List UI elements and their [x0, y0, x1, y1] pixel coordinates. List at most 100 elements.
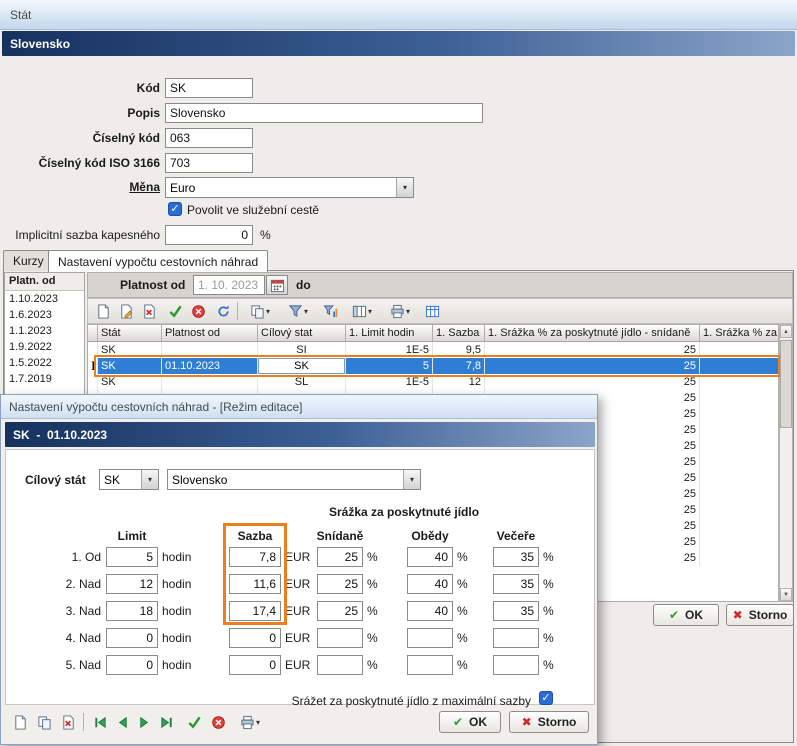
chevron-down-icon[interactable]: ▾ [141, 470, 158, 489]
calendar-button[interactable] [266, 275, 288, 295]
col-header-srazka-snidane[interactable]: 1. Srážka % za poskytnuté jídlo - snídan… [485, 325, 700, 341]
povolit-checkbox[interactable]: ✓ [168, 202, 182, 216]
col-header-sazba[interactable]: 1. Sazba [433, 325, 485, 341]
srazet-checkbox-label[interactable]: Srážet za poskytnuté jídlo z maximální s… [181, 694, 531, 708]
list-item[interactable]: 1.1.2023 [5, 323, 84, 339]
cell-cilovy-editing[interactable]: SK [258, 358, 346, 374]
limit-input[interactable] [106, 574, 158, 594]
sazba-input[interactable] [229, 601, 281, 621]
snidane-input[interactable] [317, 655, 363, 675]
print-button[interactable]: ▾ [383, 300, 417, 322]
limit-input[interactable] [106, 655, 158, 675]
nav-next-button[interactable] [133, 711, 155, 733]
nav-last-button[interactable] [155, 711, 177, 733]
table-row[interactable]: SK SL 1E-5 12 25 [88, 374, 778, 390]
main-titlebar[interactable]: Stát [0, 0, 797, 30]
mena-combo-input[interactable] [166, 178, 396, 197]
columns-button[interactable]: ▾ [345, 300, 379, 322]
kapesne-input[interactable] [165, 225, 253, 245]
filter-advanced-button[interactable] [319, 300, 341, 322]
col-header-stat[interactable]: Stát [98, 325, 162, 341]
chevron-down-icon[interactable]: ▾ [396, 178, 413, 197]
refresh-button[interactable] [212, 300, 234, 322]
filter-button[interactable]: ▾ [281, 300, 315, 322]
print-button[interactable]: ▾ [233, 711, 267, 733]
dialog-ok-button[interactable]: ✔ OK [439, 711, 501, 733]
popis-input[interactable] [165, 103, 483, 123]
tab-kurzy[interactable]: Kurzy [3, 250, 54, 271]
sazba-input[interactable] [229, 628, 281, 648]
col-header-limit[interactable]: 1. Limit hodin [346, 325, 433, 341]
list-item[interactable]: 1.9.2022 [5, 339, 84, 355]
iso-kod-input[interactable] [165, 153, 253, 173]
ok-button[interactable]: ✔ OK [653, 604, 719, 626]
delete-record-button[interactable] [138, 300, 160, 322]
mena-label[interactable]: Měna [14, 180, 160, 194]
chevron-down-icon[interactable]: ▾ [403, 470, 420, 489]
obedy-input[interactable] [407, 601, 453, 621]
snidane-input[interactable] [317, 547, 363, 567]
accept-button[interactable] [183, 711, 205, 733]
cilovy-stat-code-combo[interactable]: ▾ [99, 469, 159, 490]
mena-combo[interactable]: ▾ [165, 177, 414, 198]
snidane-input[interactable] [317, 574, 363, 594]
list-item[interactable]: 1.7.2019 [5, 371, 84, 387]
scroll-up-button[interactable]: ▲ [780, 325, 792, 338]
cilovy-stat-name-combo[interactable]: ▾ [167, 469, 421, 490]
scrollbar-thumb[interactable] [780, 340, 792, 428]
table-scrollbar[interactable]: ▲ ▼ [779, 324, 793, 602]
snidane-input[interactable] [317, 601, 363, 621]
obedy-input[interactable] [407, 547, 453, 567]
cilovy-stat-code-input[interactable] [100, 470, 141, 489]
limit-input[interactable] [106, 628, 158, 648]
tab-nastaveni[interactable]: Nastavení vypočtu cestovních náhrad [48, 250, 268, 272]
unit-hodin: hodin [162, 577, 191, 591]
snidane-input[interactable] [317, 628, 363, 648]
export-button[interactable] [421, 300, 443, 322]
col-header-srazka-2[interactable]: 1. Srážka % za pos [700, 325, 778, 341]
refresh-icon [216, 304, 231, 319]
kod-input[interactable] [165, 78, 253, 98]
col-header-platnost[interactable]: Platnost od [162, 325, 258, 341]
dialog-storno-button[interactable]: ✖ Storno [509, 711, 589, 733]
vecere-input[interactable] [493, 655, 539, 675]
vecere-input[interactable] [493, 628, 539, 648]
obedy-input[interactable] [407, 628, 453, 648]
limit-input[interactable] [106, 601, 158, 621]
nav-prev-button[interactable] [111, 711, 133, 733]
cancel-button[interactable] [207, 711, 229, 733]
date-list-header[interactable]: Platn. od [5, 273, 84, 291]
copy-grid-button[interactable]: ▾ [243, 300, 277, 322]
obedy-input[interactable] [407, 574, 453, 594]
limit-input[interactable] [106, 547, 158, 567]
new-record-button[interactable] [9, 711, 31, 733]
vecere-input[interactable] [493, 574, 539, 594]
accept-button[interactable] [164, 300, 186, 322]
sazba-input[interactable] [229, 547, 281, 567]
sazba-input[interactable] [229, 655, 281, 675]
vecere-input[interactable] [493, 601, 539, 621]
edit-record-button[interactable] [115, 300, 137, 322]
ciselny-kod-input[interactable] [165, 128, 253, 148]
dialog-titlebar[interactable]: Nastavení výpočtu cestovních náhrad - [R… [1, 395, 597, 419]
storno-button[interactable]: ✖ Storno [726, 604, 794, 626]
copy-record-button[interactable] [33, 711, 55, 733]
list-item[interactable]: 1.6.2023 [5, 307, 84, 323]
platnost-od-date-input[interactable] [193, 275, 265, 295]
obedy-input[interactable] [407, 655, 453, 675]
nav-first-button[interactable] [89, 711, 111, 733]
list-item[interactable]: 1.10.2023 [5, 291, 84, 307]
delete-record-button[interactable] [57, 711, 79, 733]
sazba-input[interactable] [229, 574, 281, 594]
col-header-cilovy[interactable]: Cílový stat [258, 325, 346, 341]
cancel-button[interactable] [187, 300, 209, 322]
scroll-down-button[interactable]: ▼ [780, 588, 792, 601]
table-row[interactable]: SK SI 1E-5 9,5 25 [88, 342, 778, 358]
srazet-checkbox[interactable]: ✓ [539, 691, 553, 705]
povolit-label[interactable]: Povolit ve služební cestě [187, 203, 319, 217]
cilovy-stat-name-input[interactable] [168, 470, 403, 489]
table-row-selected[interactable]: I SK 01.10.2023 SK 5 7,8 25 [88, 358, 778, 374]
vecere-input[interactable] [493, 547, 539, 567]
list-item[interactable]: 1.5.2022 [5, 355, 84, 371]
new-record-button[interactable] [92, 300, 114, 322]
